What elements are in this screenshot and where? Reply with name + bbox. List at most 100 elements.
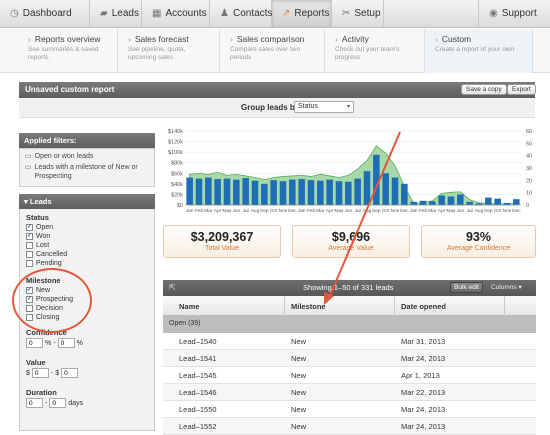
confidence-min-input[interactable] [26,338,43,348]
chart-bar [457,194,464,205]
chart-bar [223,178,231,205]
table-row[interactable]: Lead–1550 New Mar 24, 2013 [163,401,536,418]
column-milestone[interactable]: Milestone [285,296,395,316]
status-pending-checkbox[interactable]: Pending [26,259,148,268]
chart-bar [438,195,445,205]
export-button[interactable]: Export [507,84,536,95]
status-open-checkbox[interactable]: ✓ Open [26,223,148,232]
leads-panel-header[interactable]: ▾ Leads [19,194,155,209]
applied-filters-panel: Applied filters: ▭ Open or won leads ▭ Lea… [19,133,155,188]
x-tick-label: Feb [195,208,204,214]
duration-min-input[interactable] [26,398,43,408]
group-by-select[interactable]: Status ▾ [294,101,354,113]
filter-item[interactable]: ▭ Leads with a milestone of New or Prospe… [25,163,149,181]
y-tick-label-left: $140k [168,129,183,135]
report-title-bar: Unsaved custom report Save a copy Export [19,82,536,98]
duration-max-input[interactable] [49,398,67,408]
y-tick-label-left: $0 [177,203,183,209]
x-tick-label: Oct [494,208,502,214]
y-tick-label-left: $100k [168,150,183,156]
chevron-right-icon: › [230,34,233,44]
y-tick-label-right: 0 [526,203,529,209]
y-tick-label-left: $20k [171,192,183,198]
y-tick-label-right: 20 [526,178,532,184]
x-tick-label: Oct [382,208,390,214]
status-won-checkbox[interactable]: ✓ Won [26,232,148,241]
filter-icon: ▭ [25,164,32,172]
chart-bar [419,200,427,205]
checkbox-icon [26,251,33,258]
x-tick-label: Jun [344,208,352,214]
chart-bar [298,179,305,205]
tab-accounts[interactable]: ▦ Accounts [142,0,210,27]
table-row[interactable]: Lead–1541 New Mar 24, 2013 [163,350,536,367]
confidence-range: %- % [26,338,148,348]
x-tick-label: May [334,208,344,214]
chart-bar [345,181,352,205]
tab-setup[interactable]: ✂ Setup [332,0,384,27]
chart-bar [214,179,221,205]
x-tick-label: May [446,208,456,214]
column-name[interactable]: Name [173,296,285,316]
top-nav: ◷ Dashboard ▰ Leads ▦ Accounts ♟ Contacts ↗ R… [0,0,550,28]
chart-bar [354,178,361,205]
x-tick-label: Apr [326,208,334,214]
chevron-right-icon: › [335,34,338,44]
subnav-custom[interactable]: › Custom Create a report of your own [425,29,533,73]
tab-reports[interactable]: ↗ Reports [272,0,332,27]
chart-bar [251,180,259,205]
y-tick-label-left: $60k [171,171,183,177]
y-tick-label-left: $40k [171,182,183,188]
confidence-max-input[interactable] [57,338,75,348]
table-row[interactable]: Lead–1545 New Apr 1, 2013 [163,367,536,384]
expand-icon[interactable]: ⇱ [169,283,176,292]
table-row[interactable]: Lead–1546 New Mar 22, 2013 [163,384,536,401]
tab-leads[interactable]: ▰ Leads [90,0,142,27]
subnav-sales-comparison[interactable]: › Sales comparison Compare sales over two … [220,29,325,73]
value-min-input[interactable] [31,368,49,378]
x-tick-label: Jan [410,208,418,214]
tab-contacts[interactable]: ♟ Contacts [210,0,272,27]
reports-icon: ↗ [282,8,291,19]
value-title: Value [26,358,46,367]
x-tick-label: Apr [438,208,446,214]
value-max-input[interactable] [61,368,79,378]
setup-icon: ✂ [342,8,351,19]
subnav-sales-forecast[interactable]: › Sales forecast See pipeline, quota, upco… [118,29,220,73]
x-tick-label: Feb [419,208,428,214]
chart-bar [279,181,287,205]
subnav-reports-overview[interactable]: › Reports overview See summaries & saved r… [18,29,118,73]
chart-bar [466,201,473,205]
columns-dropdown[interactable]: Columns ▾ [491,283,522,291]
bulk-edit-button[interactable]: Bulk edit [450,282,483,293]
status-cancelled-checkbox[interactable]: Cancelled [26,250,148,259]
results-count: Showing 1–50 of 331 leads [303,283,394,292]
tab-support[interactable]: ◉ Support [478,0,550,27]
table-row[interactable]: Lead–1540 New Mar 31, 2013 [163,333,536,350]
chart-bar [242,178,249,205]
table-header: Name Milestone Date opened [163,296,536,316]
column-date-opened[interactable]: Date opened [395,296,505,316]
status-lost-checkbox[interactable]: Lost [26,241,148,250]
tab-dashboard[interactable]: ◷ Dashboard [0,0,90,27]
range-separator: - [53,339,56,347]
y-tick-label-right: 60 [526,129,532,135]
table-row[interactable]: Lead–1552 New Mar 24, 2013 [163,418,536,435]
chart-bar [363,171,371,205]
report-title: Unsaved custom report [25,85,115,94]
chart-bar [289,179,296,205]
duration-range: - days [26,398,148,408]
filter-item[interactable]: ▭ Open or won leads [25,152,149,161]
save-copy-button[interactable]: Save a copy [461,84,507,95]
x-tick-label: Feb [307,208,316,214]
group-row-open[interactable]: Open (39) [163,316,536,333]
x-tick-label: Jul [467,208,473,214]
x-tick-label: Dec [288,208,297,214]
x-tick-label: Mar [204,208,213,214]
x-tick-label: Nov [391,208,400,214]
chart-bar [205,177,212,205]
subnav-activity[interactable]: › Activity Check out your team's progress [325,29,425,73]
x-tick-label: Sep [260,208,269,214]
filter-icon: ▭ [25,153,32,160]
x-tick-label: Nov [279,208,288,214]
